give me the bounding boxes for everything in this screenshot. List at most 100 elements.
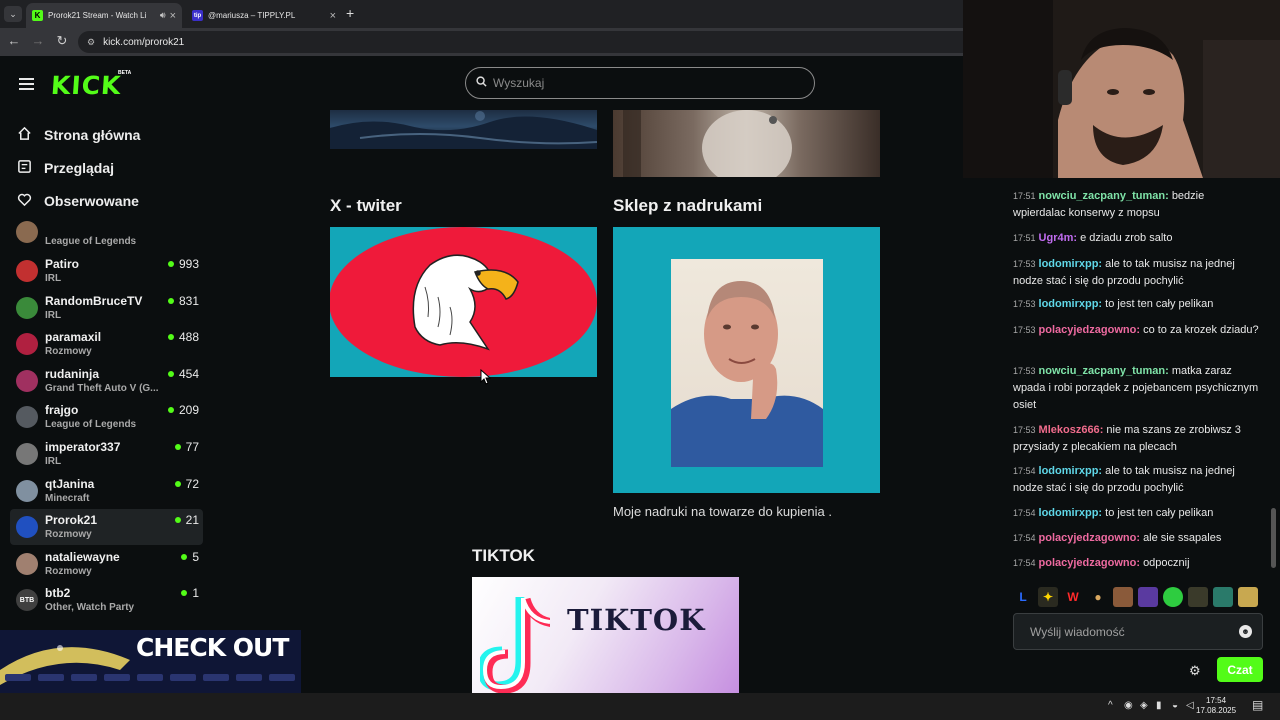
- emote-teal-icon[interactable]: [1213, 587, 1233, 607]
- close-icon[interactable]: ×: [170, 10, 176, 22]
- tray-mic-icon[interactable]: ▮: [1156, 700, 1162, 711]
- chat-username[interactable]: polacyjedzagowno: [1039, 557, 1137, 569]
- emoji-icon[interactable]: ☻: [1239, 625, 1252, 638]
- chat-separator: :: [1165, 190, 1172, 202]
- sidebar: Strona główna Przeglądaj Obserwowane Lea…: [0, 110, 213, 630]
- nav-label: Strona główna: [44, 127, 141, 143]
- emote-w[interactable]: W: [1063, 587, 1083, 607]
- channel-category: IRL: [45, 309, 62, 321]
- emote-gold-icon[interactable]: [1238, 587, 1258, 607]
- channel-name: rudaninja: [45, 366, 100, 381]
- tiktok-image-text: TIKTOK: [567, 603, 706, 637]
- emote-smile-icon[interactable]: ●: [1088, 587, 1108, 607]
- chat-username[interactable]: polacyjedzagowno: [1039, 532, 1137, 544]
- emote-dance-icon[interactable]: ✦: [1038, 587, 1058, 607]
- channel-item[interactable]: RandomBruceTV IRL 831: [10, 290, 203, 326]
- taskbar-clock[interactable]: 17:54 17.08.2025: [1196, 696, 1236, 716]
- panel-image-doll[interactable]: [613, 110, 880, 177]
- tab-search-chevron-icon[interactable]: ⌄: [4, 6, 22, 22]
- tab-prorok21[interactable]: K Prorok21 Stream - Watch Li 🔊︎ ×: [26, 3, 182, 28]
- tray-volume-icon[interactable]: ◁: [1186, 700, 1194, 711]
- avatar: [16, 296, 38, 319]
- chat-scrollbar[interactable]: [1271, 508, 1276, 568]
- chat-username[interactable]: lodomirxpp: [1039, 258, 1099, 270]
- channel-item[interactable]: frajgo League of Legends 209: [10, 399, 203, 435]
- chat-username[interactable]: Ugr4m: [1039, 232, 1074, 244]
- close-icon[interactable]: ×: [330, 10, 336, 22]
- browse-icon: [16, 159, 32, 177]
- live-dot-icon: [174, 444, 181, 450]
- chat-username[interactable]: polacyjedzagowno: [1039, 324, 1137, 336]
- chat-text: odpocznij: [1143, 557, 1190, 569]
- emote-dark-icon[interactable]: [1188, 587, 1208, 607]
- emote-face-icon[interactable]: [1113, 587, 1133, 607]
- site-info-icon[interactable]: ⚙: [87, 37, 95, 48]
- chat-username[interactable]: lodomirxpp: [1039, 298, 1099, 310]
- tray-network-icon[interactable]: ◉: [1124, 700, 1133, 711]
- reload-icon[interactable]: ↻: [53, 33, 71, 49]
- tray-chevron-icon[interactable]: ^: [1108, 700, 1113, 711]
- tiktok-logo-icon: [480, 597, 550, 693]
- forward-icon[interactable]: →: [29, 33, 47, 48]
- clock-time: 17:54: [1206, 696, 1227, 705]
- chat-username[interactable]: Mlekosz666: [1039, 424, 1100, 436]
- viewer-count: 488: [167, 330, 199, 344]
- nav-following[interactable]: Obserwowane: [16, 192, 139, 210]
- chat-username[interactable]: nowciu_zacpany_tuman: [1039, 365, 1166, 377]
- panel-image-tiktok[interactable]: TIKTOK: [472, 577, 739, 693]
- live-dot-icon: [181, 590, 188, 597]
- emote-green-icon[interactable]: [1163, 587, 1183, 607]
- viewer-count: 454: [167, 367, 199, 381]
- panel-image-eagle[interactable]: [330, 227, 597, 377]
- chat-username[interactable]: lodomirxpp: [1039, 465, 1099, 477]
- chat-timestamp: 17:53: [1013, 299, 1036, 309]
- channel-item[interactable]: nataliewayne Rozmowy 5: [10, 546, 203, 582]
- channel-name: paramaxil: [45, 330, 102, 345]
- chat-send-button[interactable]: Czat: [1217, 657, 1263, 682]
- url-bar[interactable]: ⚙ kick.com/prorok21: [78, 31, 978, 53]
- channel-name: btb2: [45, 586, 71, 601]
- channel-item[interactable]: paramaxil Rozmowy 488: [10, 326, 203, 362]
- channel-item[interactable]: qtJanina Minecraft 72: [10, 473, 203, 509]
- nav-browse[interactable]: Przeglądaj: [16, 159, 114, 177]
- back-icon[interactable]: ←: [5, 33, 23, 48]
- new-tab-button[interactable]: +: [346, 5, 354, 21]
- kick-logo[interactable]: KICK: [50, 71, 122, 100]
- channel-item[interactable]: BTB btb2 Other, Watch Party 1: [10, 582, 203, 618]
- beta-badge: BETA: [118, 70, 132, 76]
- chat-username[interactable]: lodomirxpp: [1039, 507, 1099, 519]
- chat-input-box[interactable]: ☻: [1013, 613, 1263, 650]
- viewer-count: 72: [174, 477, 199, 491]
- search-icon: [476, 76, 487, 90]
- channel-item[interactable]: Prorok21 Rozmowy 21: [10, 509, 203, 546]
- channel-item-partial[interactable]: League of Legends: [10, 217, 203, 253]
- emote-l[interactable]: L: [1013, 587, 1033, 607]
- chat-settings-gear-icon[interactable]: ⚙: [1189, 663, 1201, 679]
- channel-name: imperator337: [45, 440, 121, 454]
- clock-date: 17.08.2025: [1196, 706, 1237, 715]
- nav-home[interactable]: Strona główna: [16, 126, 140, 144]
- chat-input[interactable]: [1030, 624, 1230, 639]
- ad-banner[interactable]: CHECK OUT: [0, 630, 301, 693]
- tab-tipply[interactable]: tip @mariusza – TIPPLY.PL ×: [186, 3, 342, 28]
- speaker-icon[interactable]: 🔊︎: [160, 10, 166, 21]
- emote-purple-icon[interactable]: [1138, 587, 1158, 607]
- channel-item[interactable]: rudaninja Grand Theft Auto V (G... 454: [10, 363, 203, 399]
- tray-discord-icon[interactable]: ◈: [1140, 700, 1148, 711]
- search-input[interactable]: [493, 76, 793, 90]
- notification-icon[interactable]: ▤: [1252, 698, 1263, 712]
- menu-icon[interactable]: [19, 78, 34, 90]
- chat-username[interactable]: nowciu_zacpany_tuman: [1039, 190, 1166, 202]
- tray-wifi-icon[interactable]: ◒: [1172, 700, 1178, 711]
- panel-image-shop[interactable]: [613, 227, 880, 493]
- chat-message: 17:53 Mlekosz666: nie ma szans ze zrobiws…: [1013, 422, 1259, 456]
- live-dot-icon: [167, 370, 174, 377]
- live-dot-icon: [181, 553, 188, 560]
- screen: ⌄ K Prorok21 Stream - Watch Li 🔊︎ × tip …: [0, 0, 1280, 720]
- channel-item[interactable]: Patiro IRL 993: [10, 253, 203, 289]
- channel-item[interactable]: imperator337 IRL 77: [10, 436, 203, 472]
- search-box[interactable]: [465, 67, 815, 99]
- chat-message: 17:54 polacyjedzagowno: ale sie ssapales: [1013, 530, 1259, 547]
- chat-text: e dziadu zrob salto: [1080, 232, 1173, 244]
- panel-image-landscape[interactable]: [330, 110, 597, 149]
